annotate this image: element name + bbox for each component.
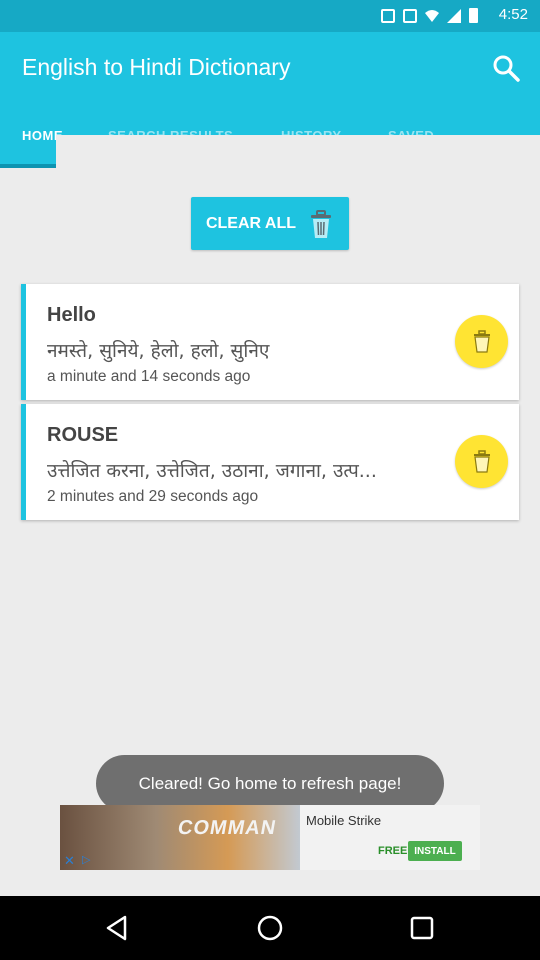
toast-message: Cleared! Go home to refresh page! — [96, 755, 444, 812]
card-accent — [21, 284, 26, 400]
delete-entry-button[interactable] — [455, 435, 508, 488]
nav-back-button[interactable] — [101, 912, 133, 944]
history-timestamp: 2 minutes and 29 seconds ago — [47, 488, 259, 505]
app-title: English to Hindi Dictionary — [22, 54, 291, 80]
notification-icon — [381, 8, 395, 23]
clear-all-label: CLEAR ALL — [205, 214, 297, 232]
history-word: Hello — [47, 304, 96, 326]
status-bar: 4:52 — [0, 0, 540, 32]
status-icons — [381, 8, 478, 23]
home-icon — [257, 915, 283, 941]
active-tab-indicator — [0, 164, 56, 168]
ad-info-icon[interactable]: ▷ — [82, 853, 90, 866]
history-meaning: नमस्ते, सुनिये, हेलो, हलो, सुनिए — [47, 340, 270, 362]
history-card[interactable]: ROUSE उत्तेजित करना, उत्तेजित, उठाना, जग… — [21, 404, 519, 520]
signal-icon — [447, 8, 461, 23]
status-time: 4:52 — [498, 6, 528, 23]
trash-icon — [473, 329, 490, 353]
ad-close-icon[interactable]: ✕ — [64, 853, 75, 869]
notification-icon — [403, 8, 417, 23]
clear-all-button[interactable]: CLEAR ALL — [191, 197, 349, 250]
navigation-bar — [0, 896, 540, 960]
ad-install-button[interactable]: INSTALL — [408, 841, 462, 861]
card-accent — [21, 404, 26, 520]
wifi-icon — [425, 9, 439, 22]
content-background — [56, 135, 540, 168]
ad-title: Mobile Strike — [306, 813, 382, 828]
history-meaning: उत्तेजित करना, उत्तेजित, उठाना, जगाना, उ… — [47, 460, 377, 482]
recents-icon — [410, 916, 434, 940]
history-word: ROUSE — [47, 424, 119, 446]
ad-image: COMMAN — [60, 805, 300, 870]
battery-icon — [469, 8, 478, 23]
search-icon — [493, 55, 520, 82]
ad-banner-text: COMMAN — [176, 817, 279, 839]
history-card[interactable]: Hello नमस्ते, सुनिये, हेलो, हलो, सुनिए a… — [21, 284, 519, 400]
search-button[interactable] — [488, 50, 524, 86]
trash-icon — [473, 449, 490, 473]
ad-free-label: FREE — [378, 845, 408, 857]
history-timestamp: a minute and 14 seconds ago — [47, 368, 251, 385]
nav-home-button[interactable] — [254, 912, 286, 944]
nav-recents-button[interactable] — [406, 912, 438, 944]
back-icon — [106, 915, 127, 941]
delete-entry-button[interactable] — [455, 315, 508, 368]
trash-icon — [311, 209, 332, 238]
ad-banner[interactable]: COMMAN Mobile Strike FREE INSTALL ✕ ▷ — [60, 805, 480, 870]
